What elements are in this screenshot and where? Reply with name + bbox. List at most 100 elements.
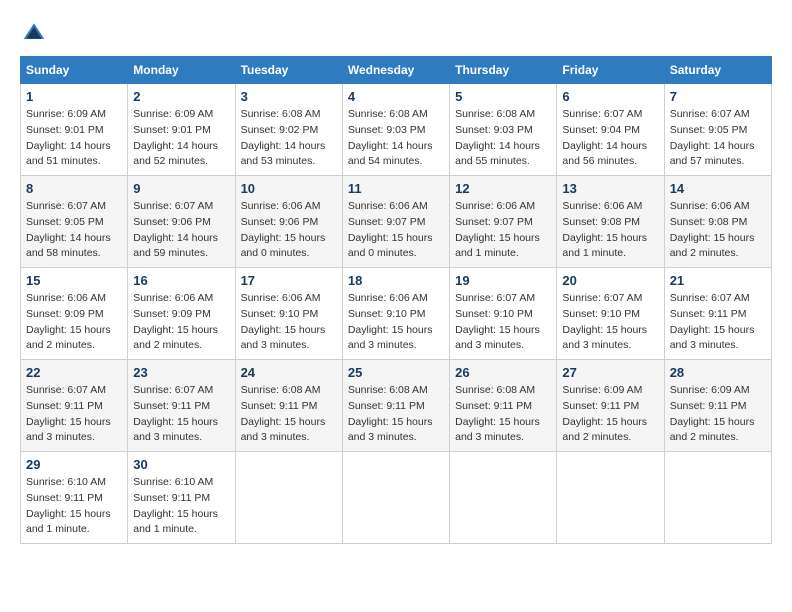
day-info: Sunrise: 6:06 AM Sunset: 9:10 PM Dayligh… — [241, 291, 337, 354]
calendar-cell: 20 Sunrise: 6:07 AM Sunset: 9:10 PM Dayli… — [557, 268, 664, 360]
day-info: Sunrise: 6:07 AM Sunset: 9:05 PM Dayligh… — [26, 199, 122, 262]
day-info: Sunrise: 6:09 AM Sunset: 9:11 PM Dayligh… — [562, 383, 658, 446]
calendar-cell: 17 Sunrise: 6:06 AM Sunset: 9:10 PM Dayli… — [235, 268, 342, 360]
page-header — [20, 20, 772, 40]
day-number: 11 — [348, 181, 444, 196]
day-header-sunday: Sunday — [21, 57, 128, 84]
day-number: 17 — [241, 273, 337, 288]
day-number: 7 — [670, 89, 766, 104]
day-info: Sunrise: 6:06 AM Sunset: 9:09 PM Dayligh… — [133, 291, 229, 354]
day-info: Sunrise: 6:06 AM Sunset: 9:08 PM Dayligh… — [562, 199, 658, 262]
calendar-cell: 24 Sunrise: 6:08 AM Sunset: 9:11 PM Dayli… — [235, 360, 342, 452]
calendar-table: SundayMondayTuesdayWednesdayThursdayFrid… — [20, 56, 772, 544]
day-info: Sunrise: 6:07 AM Sunset: 9:11 PM Dayligh… — [26, 383, 122, 446]
day-info: Sunrise: 6:09 AM Sunset: 9:01 PM Dayligh… — [133, 107, 229, 170]
day-header-monday: Monday — [128, 57, 235, 84]
day-header-thursday: Thursday — [450, 57, 557, 84]
day-number: 9 — [133, 181, 229, 196]
day-info: Sunrise: 6:06 AM Sunset: 9:09 PM Dayligh… — [26, 291, 122, 354]
day-number: 10 — [241, 181, 337, 196]
calendar-cell: 11 Sunrise: 6:06 AM Sunset: 9:07 PM Dayli… — [342, 176, 449, 268]
day-info: Sunrise: 6:06 AM Sunset: 9:07 PM Dayligh… — [348, 199, 444, 262]
day-number: 14 — [670, 181, 766, 196]
day-number: 3 — [241, 89, 337, 104]
calendar-cell: 26Sunrise: 6:08 AM Sunset: 9:11 PM Dayli… — [450, 360, 557, 452]
day-info: Sunrise: 6:10 AM Sunset: 9:11 PM Dayligh… — [133, 475, 229, 538]
day-number: 29 — [26, 457, 122, 472]
calendar-cell: 18 Sunrise: 6:06 AM Sunset: 9:10 PM Dayli… — [342, 268, 449, 360]
day-info: Sunrise: 6:09 AM Sunset: 9:01 PM Dayligh… — [26, 107, 122, 170]
day-header-wednesday: Wednesday — [342, 57, 449, 84]
calendar-cell: 2 Sunrise: 6:09 AM Sunset: 9:01 PM Daylig… — [128, 84, 235, 176]
day-info: Sunrise: 6:08 AM Sunset: 9:03 PM Dayligh… — [348, 107, 444, 170]
calendar-cell: 12 Sunrise: 6:06 AM Sunset: 9:07 PM Dayli… — [450, 176, 557, 268]
calendar-cell: 23 Sunrise: 6:07 AM Sunset: 9:11 PM Dayli… — [128, 360, 235, 452]
calendar-cell: 29 Sunrise: 6:10 AM Sunset: 9:11 PM Dayli… — [21, 452, 128, 544]
calendar-cell: 4 Sunrise: 6:08 AM Sunset: 9:03 PM Daylig… — [342, 84, 449, 176]
day-header-tuesday: Tuesday — [235, 57, 342, 84]
calendar-cell: 6Sunrise: 6:07 AM Sunset: 9:04 PM Daylig… — [557, 84, 664, 176]
day-info: Sunrise: 6:08 AM Sunset: 9:11 PM Dayligh… — [455, 383, 551, 446]
day-info: Sunrise: 6:10 AM Sunset: 9:11 PM Dayligh… — [26, 475, 122, 538]
calendar-cell: 1 Sunrise: 6:09 AM Sunset: 9:01 PM Daylig… — [21, 84, 128, 176]
calendar-cell: 13 Sunrise: 6:06 AM Sunset: 9:08 PM Dayli… — [557, 176, 664, 268]
calendar-cell: 15Sunrise: 6:06 AM Sunset: 9:09 PM Dayli… — [21, 268, 128, 360]
day-number: 8 — [26, 181, 122, 196]
day-number: 23 — [133, 365, 229, 380]
day-number: 21 — [670, 273, 766, 288]
day-info: Sunrise: 6:06 AM Sunset: 9:08 PM Dayligh… — [670, 199, 766, 262]
logo — [20, 20, 46, 40]
day-number: 28 — [670, 365, 766, 380]
day-info: Sunrise: 6:07 AM Sunset: 9:11 PM Dayligh… — [133, 383, 229, 446]
calendar-week-1: 1 Sunrise: 6:09 AM Sunset: 9:01 PM Daylig… — [21, 84, 772, 176]
calendar-week-5: 29 Sunrise: 6:10 AM Sunset: 9:11 PM Dayli… — [21, 452, 772, 544]
day-info: Sunrise: 6:07 AM Sunset: 9:04 PM Dayligh… — [562, 107, 658, 170]
day-header-saturday: Saturday — [664, 57, 771, 84]
day-number: 20 — [562, 273, 658, 288]
day-number: 4 — [348, 89, 444, 104]
day-info: Sunrise: 6:07 AM Sunset: 9:10 PM Dayligh… — [562, 291, 658, 354]
day-info: Sunrise: 6:06 AM Sunset: 9:06 PM Dayligh… — [241, 199, 337, 262]
day-number: 25 — [348, 365, 444, 380]
day-number: 2 — [133, 89, 229, 104]
calendar-week-4: 22 Sunrise: 6:07 AM Sunset: 9:11 PM Dayli… — [21, 360, 772, 452]
calendar-cell: 28 Sunrise: 6:09 AM Sunset: 9:11 PM Dayli… — [664, 360, 771, 452]
day-number: 27 — [562, 365, 658, 380]
day-info: Sunrise: 6:08 AM Sunset: 9:11 PM Dayligh… — [241, 383, 337, 446]
calendar-cell: 16 Sunrise: 6:06 AM Sunset: 9:09 PM Dayli… — [128, 268, 235, 360]
day-info: Sunrise: 6:08 AM Sunset: 9:03 PM Dayligh… — [455, 107, 551, 170]
calendar-cell: 21 Sunrise: 6:07 AM Sunset: 9:11 PM Dayli… — [664, 268, 771, 360]
calendar-cell: 30Sunrise: 6:10 AM Sunset: 9:11 PM Dayli… — [128, 452, 235, 544]
calendar-cell: 10 Sunrise: 6:06 AM Sunset: 9:06 PM Dayli… — [235, 176, 342, 268]
day-info: Sunrise: 6:07 AM Sunset: 9:05 PM Dayligh… — [670, 107, 766, 170]
calendar-cell: 14 Sunrise: 6:06 AM Sunset: 9:08 PM Dayli… — [664, 176, 771, 268]
day-number: 16 — [133, 273, 229, 288]
day-number: 12 — [455, 181, 551, 196]
calendar-cell: 22 Sunrise: 6:07 AM Sunset: 9:11 PM Dayli… — [21, 360, 128, 452]
day-info: Sunrise: 6:09 AM Sunset: 9:11 PM Dayligh… — [670, 383, 766, 446]
day-number: 1 — [26, 89, 122, 104]
calendar-cell: 7 Sunrise: 6:07 AM Sunset: 9:05 PM Daylig… — [664, 84, 771, 176]
calendar-week-2: 8 Sunrise: 6:07 AM Sunset: 9:05 PM Daylig… — [21, 176, 772, 268]
day-info: Sunrise: 6:07 AM Sunset: 9:11 PM Dayligh… — [670, 291, 766, 354]
calendar-week-3: 15Sunrise: 6:06 AM Sunset: 9:09 PM Dayli… — [21, 268, 772, 360]
day-info: Sunrise: 6:07 AM Sunset: 9:10 PM Dayligh… — [455, 291, 551, 354]
day-number: 5 — [455, 89, 551, 104]
day-number: 18 — [348, 273, 444, 288]
day-info: Sunrise: 6:06 AM Sunset: 9:07 PM Dayligh… — [455, 199, 551, 262]
calendar-cell — [664, 452, 771, 544]
calendar-cell: 19 Sunrise: 6:07 AM Sunset: 9:10 PM Dayli… — [450, 268, 557, 360]
calendar-header-row: SundayMondayTuesdayWednesdayThursdayFrid… — [21, 57, 772, 84]
day-number: 24 — [241, 365, 337, 380]
logo-icon — [22, 20, 46, 44]
calendar-cell: 25Sunrise: 6:08 AM Sunset: 9:11 PM Dayli… — [342, 360, 449, 452]
calendar-cell: 27 Sunrise: 6:09 AM Sunset: 9:11 PM Dayli… — [557, 360, 664, 452]
calendar-cell — [557, 452, 664, 544]
calendar-cell — [342, 452, 449, 544]
day-info: Sunrise: 6:08 AM Sunset: 9:02 PM Dayligh… — [241, 107, 337, 170]
day-number: 19 — [455, 273, 551, 288]
calendar-cell: 8 Sunrise: 6:07 AM Sunset: 9:05 PM Daylig… — [21, 176, 128, 268]
day-number: 13 — [562, 181, 658, 196]
day-number: 22 — [26, 365, 122, 380]
day-info: Sunrise: 6:06 AM Sunset: 9:10 PM Dayligh… — [348, 291, 444, 354]
